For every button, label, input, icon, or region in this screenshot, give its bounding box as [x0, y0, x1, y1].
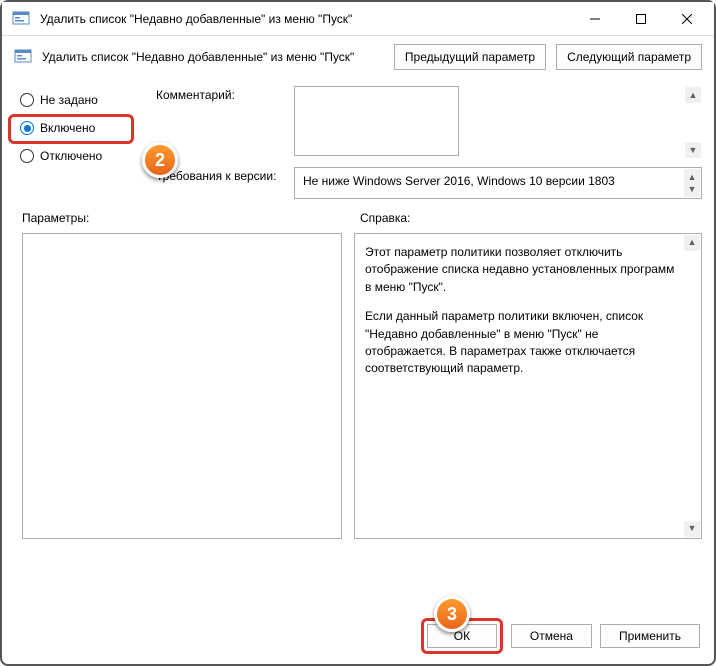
version-label: Требования к версии:	[156, 167, 286, 199]
version-row: Требования к версии: Не ниже Windows Ser…	[156, 167, 702, 199]
comment-input[interactable]	[294, 86, 459, 156]
step-badge-2: 2	[142, 142, 178, 178]
window-title: Удалить список "Недавно добавленные" из …	[40, 12, 572, 26]
policy-icon	[14, 48, 32, 66]
close-button[interactable]	[664, 3, 710, 35]
scroll-down-icon[interactable]: ▼	[685, 142, 701, 158]
help-paragraph: Если данный параметр политики включен, с…	[365, 308, 679, 378]
radio-not-configured[interactable]: Не задано	[14, 86, 144, 114]
comment-label: Комментарий:	[156, 86, 286, 159]
options-label: Параметры:	[22, 211, 342, 225]
window-controls	[572, 3, 710, 35]
next-setting-button[interactable]: Следующий параметр	[556, 44, 702, 70]
radio-label: Отключено	[40, 149, 102, 163]
scroll-up-icon[interactable]: ▲	[684, 235, 700, 251]
scroll-up-icon[interactable]: ▲	[685, 87, 701, 103]
policy-title: Удалить список "Недавно добавленные" из …	[42, 50, 384, 64]
header-row: Удалить список "Недавно добавленные" из …	[2, 36, 714, 78]
comment-row: Комментарий: ▲ ▼	[156, 86, 702, 159]
radio-label: Не задано	[40, 93, 98, 107]
options-panel	[22, 233, 342, 539]
radio-icon	[20, 93, 34, 107]
mid-labels: Параметры: Справка:	[2, 207, 714, 229]
minimize-button[interactable]	[572, 3, 618, 35]
help-panel: Этот параметр политики позволяет отключи…	[354, 233, 702, 539]
main-area: Этот параметр политики позволяет отключи…	[2, 229, 714, 547]
scroll-down-icon[interactable]: ▼	[684, 181, 700, 197]
radio-icon	[20, 149, 34, 163]
titlebar: Удалить список "Недавно добавленные" из …	[2, 2, 714, 36]
version-value: Не ниже Windows Server 2016, Windows 10 …	[294, 167, 702, 199]
apply-button[interactable]: Применить	[600, 624, 700, 648]
policy-icon	[12, 10, 30, 28]
radio-label: Включено	[40, 121, 95, 135]
radio-icon	[20, 121, 34, 135]
upper-section: Не задано Включено Отключено Комментарий…	[2, 78, 714, 207]
cancel-button[interactable]: Отмена	[511, 624, 592, 648]
previous-setting-button[interactable]: Предыдущий параметр	[394, 44, 546, 70]
radio-enabled[interactable]: Включено	[14, 114, 144, 142]
help-paragraph: Этот параметр политики позволяет отключи…	[365, 244, 679, 296]
scroll-down-icon[interactable]: ▼	[684, 521, 700, 537]
maximize-button[interactable]	[618, 3, 664, 35]
radio-group: Не задано Включено Отключено	[14, 86, 144, 199]
fields-column: Комментарий: ▲ ▼ Требования к версии: Не…	[156, 86, 702, 199]
help-label: Справка:	[354, 211, 702, 225]
radio-disabled[interactable]: Отключено	[14, 142, 144, 170]
version-text: Не ниже Windows Server 2016, Windows 10 …	[303, 174, 615, 188]
step-badge-3: 3	[434, 596, 470, 632]
